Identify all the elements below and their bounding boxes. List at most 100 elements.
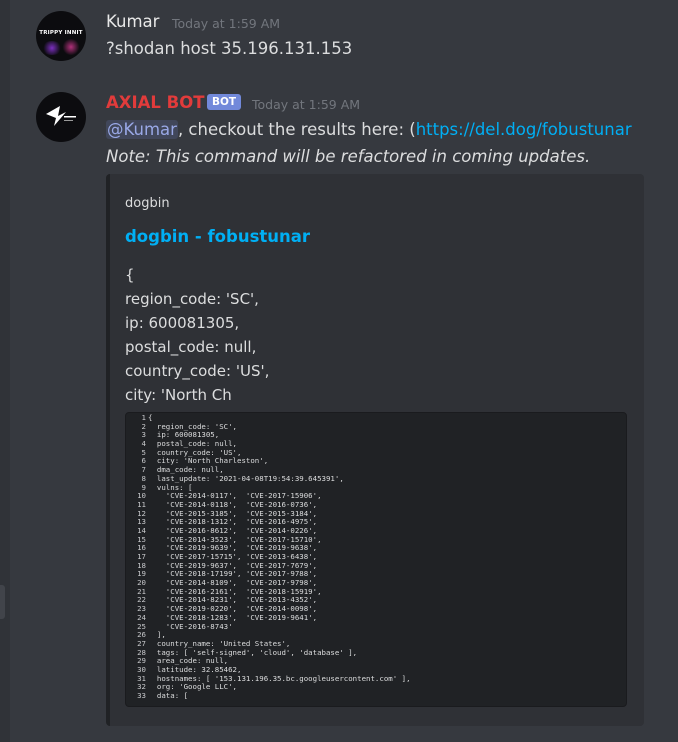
code-text: 'CVE-2019-9637', 'CVE-2017-7679',: [148, 561, 318, 570]
line-number: 3: [141, 431, 146, 440]
code-text: data: [: [148, 692, 189, 700]
message-author[interactable]: Kumar: [106, 12, 159, 32]
user-mention[interactable]: @Kumar: [106, 120, 178, 139]
line-number: 12: [137, 509, 146, 518]
bot-badge: BOT: [207, 94, 242, 110]
line-number: 16: [137, 544, 146, 553]
code-line: 22 'CVE-2014-8231', 'CVE-2013-4352',: [126, 596, 411, 605]
code-line: 9 vulns: [: [126, 484, 411, 493]
line-number: 22: [137, 596, 146, 605]
code-text: 'CVE-2015-3185', 'CVE-2015-3184',: [148, 509, 318, 518]
message-note: Note: This command will be refactored in…: [106, 147, 591, 166]
line-number: 10: [137, 492, 146, 501]
line-number: 32: [137, 683, 146, 692]
code-line: 29 area_code: null,: [126, 657, 411, 666]
line-number: 1: [141, 414, 146, 422]
embed-image[interactable]: 1{2 region_code: 'SC', 3 ip: 600081305, 4 …: [125, 412, 627, 707]
code-line: 10 'CVE-2014-0117', 'CVE-2017-15906',: [126, 492, 411, 501]
code-line: 26 ],: [126, 631, 411, 640]
code-line: 12 'CVE-2015-3185', 'CVE-2015-3184',: [126, 510, 411, 519]
dogbin-link[interactable]: https://del.dog/fobustunar: [416, 120, 632, 139]
code-text: 'CVE-2019-0220', 'CVE-2014-0098',: [148, 605, 318, 614]
code-text: hostnames: [ '153.131.196.35.bc.googleus…: [148, 674, 411, 683]
code-line: 16 'CVE-2019-9639', 'CVE-2019-9638',: [126, 544, 411, 553]
embed-title-link[interactable]: dogbin - fobustunar: [125, 227, 310, 246]
sidebar-edge: [0, 0, 10, 742]
code-line: 7 dma_code: null,: [126, 466, 411, 475]
embed-description-line: {: [125, 266, 135, 284]
line-number: 21: [137, 587, 146, 596]
code-text: country_code: 'US',: [148, 448, 242, 457]
code-text: 'CVE-2014-0118', 'CVE-2016-0736',: [148, 500, 318, 509]
message-text: , checkout the results here: (: [177, 120, 416, 139]
axial-logo-icon: [46, 106, 76, 126]
code-line: 6 city: 'North Charleston',: [126, 457, 411, 466]
line-number: 24: [137, 613, 146, 622]
line-number: 29: [137, 657, 146, 666]
bot-avatar-icon[interactable]: [36, 92, 86, 142]
code-line: 31 hostnames: [ '153.131.196.35.bc.googl…: [126, 674, 411, 684]
line-number: 2: [141, 422, 146, 431]
embed-description-line: ip: 600081305,: [125, 314, 240, 332]
line-number: 5: [141, 448, 146, 457]
link-embed: dogbin dogbin - fobustunar {region_code:…: [106, 174, 644, 726]
code-text: 'CVE-2014-0117', 'CVE-2017-15906',: [148, 492, 322, 501]
code-text: 'CVE-2016-8743': [148, 622, 233, 631]
user-avatar-icon[interactable]: TRIPPY INNIT: [36, 11, 86, 61]
code-line: 32 org: 'Google LLC',: [126, 683, 411, 692]
line-number: 18: [137, 561, 146, 570]
line-number: 7: [141, 466, 146, 475]
code-text: postal_code: null,: [148, 440, 237, 449]
line-number: 13: [137, 518, 146, 527]
code-text: dma_code: null,: [148, 466, 224, 475]
code-line: 27 country_name: 'United States',: [126, 640, 411, 649]
code-text: {: [148, 414, 153, 422]
line-number: 23: [137, 605, 146, 614]
code-text: last_update: '2021-04-08T19:54:39.645391…: [148, 474, 344, 483]
line-number: 17: [137, 553, 146, 561]
code-line: 25 'CVE-2016-8743': [126, 623, 411, 632]
code-line: 24 'CVE-2018-1283', 'CVE-2019-9641',: [126, 614, 411, 623]
code-listing: 1{2 region_code: 'SC', 3 ip: 600081305, 4 …: [126, 414, 411, 701]
line-number: 26: [137, 631, 146, 640]
embed-description-line: city: 'North Ch: [125, 386, 232, 404]
code-text: 'CVE-2018-1312', 'CVE-2016-4975',: [148, 518, 318, 527]
line-number: 6: [141, 457, 146, 466]
code-line: 20 'CVE-2014-8109', 'CVE-2017-9798',: [126, 579, 411, 588]
code-text: tags: [ 'self-signed', 'cloud', 'databas…: [148, 648, 358, 657]
line-number: 31: [137, 674, 146, 683]
line-number: 11: [137, 500, 146, 509]
code-line: 18 'CVE-2019-9637', 'CVE-2017-7679',: [126, 562, 411, 571]
code-text: vulns: [: [148, 483, 193, 492]
code-text: 'CVE-2019-9639', 'CVE-2019-9638',: [148, 544, 318, 553]
line-number: 19: [137, 570, 146, 579]
code-line: 30 latitude: 32.85462,: [126, 666, 411, 675]
code-text: 'CVE-2018-1283', 'CVE-2019-9641',: [148, 613, 318, 622]
bot-author[interactable]: AXIAL BOT: [106, 93, 205, 113]
embed-description-line: postal_code: null,: [125, 338, 257, 356]
line-number: 4: [141, 440, 146, 449]
code-line: 11 'CVE-2014-0118', 'CVE-2016-0736',: [126, 501, 411, 510]
embed-provider[interactable]: dogbin: [125, 196, 170, 211]
code-text: ip: 600081305,: [148, 431, 220, 440]
line-number: 33: [137, 692, 146, 700]
embed-description-line: country_code: 'US',: [125, 362, 270, 380]
message-content: ?shodan host 35.196.131.153: [106, 39, 353, 58]
avatar-label: TRIPPY INNIT: [39, 30, 83, 36]
scroll-indicator[interactable]: [0, 585, 5, 619]
message-content: @Kumar, checkout the results here: (http…: [106, 119, 678, 141]
code-line: 8 last_update: '2021-04-08T19:54:39.6453…: [126, 475, 411, 484]
code-text: region_code: 'SC',: [148, 422, 237, 431]
code-line: 17 'CVE-2017-15715', 'CVE-2013-6438',: [126, 553, 411, 562]
chat-view: TRIPPY INNIT Kumar Today at 1:59 AM ?sho…: [0, 0, 678, 742]
code-text: 'CVE-2017-15715', 'CVE-2013-6438',: [148, 553, 318, 561]
code-text: 'CVE-2014-8109', 'CVE-2017-9798',: [148, 579, 318, 588]
code-line: 21 'CVE-2016-2161', 'CVE-2018-15919',: [126, 588, 411, 597]
code-text: ],: [148, 631, 166, 640]
code-line: 2 region_code: 'SC',: [126, 423, 411, 432]
line-number: 15: [137, 535, 146, 544]
code-line: 28 tags: [ 'self-signed', 'cloud', 'data…: [126, 649, 411, 658]
avatar-glow-icon: [42, 41, 62, 55]
line-number: 25: [137, 622, 146, 631]
code-text: latitude: 32.85462,: [148, 665, 242, 674]
